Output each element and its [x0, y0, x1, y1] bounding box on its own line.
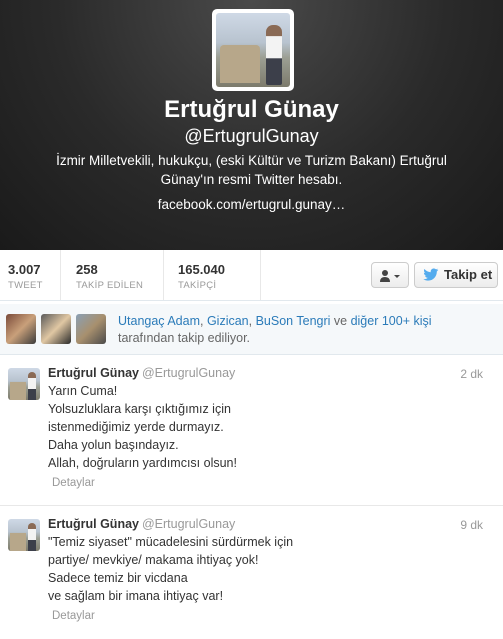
follower-avatar[interactable] [76, 314, 106, 344]
followed-by-text: Utangaç Adam, Gizican, BuSon Tengri ve d… [118, 313, 498, 347]
tweet-avatar[interactable] [8, 519, 40, 551]
tweet-header: Ertuğrul Günay @ErtugrulGunay [48, 366, 235, 380]
tweet-line: istenmediğimiz yerde durmayız. [48, 420, 224, 434]
tweet-timestamp[interactable]: 9 dk [460, 518, 483, 532]
stat-followers[interactable]: 165.040 TAKİPÇİ [170, 250, 260, 300]
tweet-line: Yarın Cuma! [48, 384, 118, 398]
tweet-author[interactable]: Ertuğrul Günay [48, 366, 139, 380]
tweet-line: ve sağlam bir imana ihtiyaç var! [48, 589, 224, 603]
person-dropdown-icon [379, 268, 401, 282]
stat-divider [60, 250, 61, 300]
tweet-handle[interactable]: @ErtugrulGunay [142, 517, 235, 531]
profile-name: Ertuğrul Günay [164, 96, 339, 123]
and-text: ve [330, 314, 351, 328]
tweet-line: Allah, doğruların yardımcısı olsun! [48, 456, 237, 470]
profile-header: Ertuğrul Günay @ErtugrulGunay İzmir Mill… [0, 0, 503, 250]
stat-followers-label: TAKİPÇİ [178, 280, 217, 291]
tweet-text: "Temiz siyaset" mücadelesini sürdürmek i… [48, 533, 468, 605]
separator: , [200, 314, 207, 328]
tweet-details-link[interactable]: Detaylar [52, 610, 95, 622]
tweet-item[interactable]: Ertuğrul Günay @ErtugrulGunay 2 dk Yarın … [0, 355, 503, 506]
stat-following-value: 258 [76, 262, 98, 277]
stat-following-label: TAKİP EDİLEN [76, 280, 144, 291]
follow-button[interactable]: Takip et [414, 262, 498, 288]
profile-handle: @ErtugrulGunay [184, 126, 319, 146]
stat-tweets[interactable]: 3.007 TWEET [0, 250, 60, 300]
follower-link[interactable]: BuSon Tengri [256, 314, 331, 328]
tweet-handle[interactable]: @ErtugrulGunay [142, 366, 235, 380]
tweet-line: partiye/ mevkiye/ makama ihtiyaç yok! [48, 553, 259, 567]
stat-divider [163, 250, 164, 300]
tweet-author[interactable]: Ertuğrul Günay [48, 517, 139, 531]
more-followers-link[interactable]: diğer 100+ kişi [351, 314, 432, 328]
avatar-photo [216, 13, 290, 87]
followed-by-panel: Utangaç Adam, Gizican, BuSon Tengri ve d… [0, 304, 503, 355]
follower-avatar[interactable] [41, 314, 71, 344]
stat-tweets-value: 3.007 [8, 262, 41, 277]
profile-bio: İzmir Milletvekili, hukukçu, (eski Kültü… [56, 153, 447, 187]
separator: , [248, 314, 256, 328]
stat-followers-value: 165.040 [178, 262, 225, 277]
tweet-line: Daha yolun başındayız. [48, 438, 179, 452]
follow-button-label: Takip et [444, 267, 493, 282]
tweet-avatar[interactable] [8, 368, 40, 400]
tweet-line: "Temiz siyaset" mücadelesini sürdürmek i… [48, 535, 294, 549]
stat-tweets-label: TWEET [8, 280, 43, 291]
stat-following[interactable]: 258 TAKİP EDİLEN [68, 250, 163, 300]
tweet-header: Ertuğrul Günay @ErtugrulGunay [48, 517, 235, 531]
stat-divider [260, 250, 261, 300]
tweet-timestamp[interactable]: 2 dk [460, 367, 483, 381]
profile-website-link[interactable]: facebook.com/ertugrul.gunay… [0, 197, 503, 212]
followed-by-suffix: tarafından takip ediliyor. [118, 331, 251, 345]
profile-avatar[interactable] [212, 9, 294, 91]
tweet-line: Sadece temiz bir vicdana [48, 571, 188, 585]
follower-avatar[interactable] [6, 314, 36, 344]
follower-link[interactable]: Utangaç Adam [118, 314, 200, 328]
tweet-line: Yolsuzluklara karşı çıktığımız için [48, 402, 231, 416]
user-actions-button[interactable] [371, 262, 409, 288]
twitter-bird-icon [423, 268, 439, 281]
follower-link[interactable]: Gizican [207, 314, 249, 328]
tweet-text: Yarın Cuma! Yolsuzluklara karşı çıktığım… [48, 382, 468, 472]
tweet-details-link[interactable]: Detaylar [52, 477, 95, 489]
tweet-item[interactable]: Ertuğrul Günay @ErtugrulGunay 9 dk "Temiz… [0, 506, 503, 639]
